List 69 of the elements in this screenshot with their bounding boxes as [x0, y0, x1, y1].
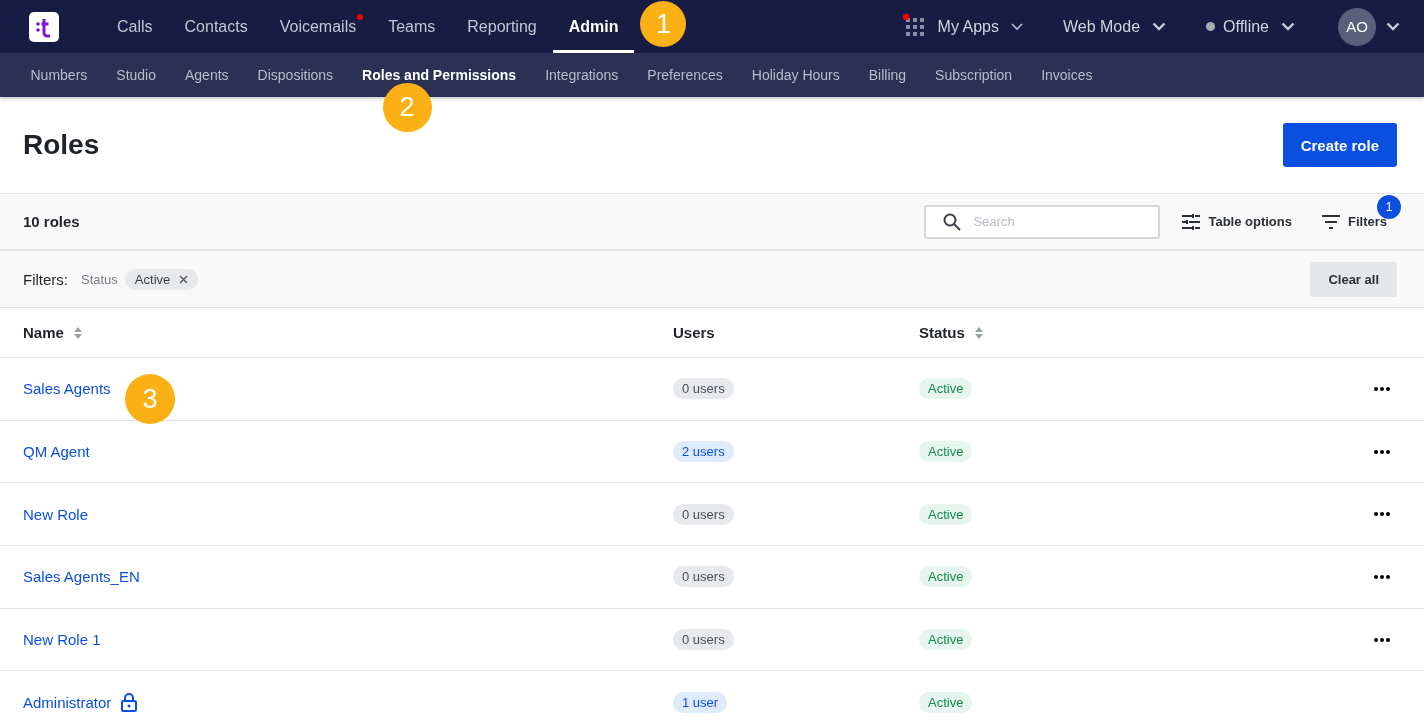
- nav-tab[interactable]: Teams: [372, 0, 452, 53]
- page-title: Roles: [23, 129, 100, 161]
- chevron-down-icon: [1152, 22, 1167, 31]
- nav-tab[interactable]: Reporting: [451, 0, 553, 53]
- column-header[interactable]: Name: [23, 324, 64, 341]
- sub-nav-tab[interactable]: Integrations: [530, 53, 633, 97]
- chevron-down-icon: [1281, 22, 1295, 31]
- status-badge: Active: [919, 566, 973, 588]
- clear-all-button[interactable]: Clear all: [1310, 261, 1397, 297]
- sub-nav-tab[interactable]: Numbers: [16, 53, 102, 97]
- role-link[interactable]: Sales Agents: [23, 380, 111, 398]
- column-header[interactable]: Status: [919, 324, 965, 341]
- status-badge: Active: [919, 441, 973, 463]
- chevron-down-icon[interactable]: [1386, 22, 1400, 31]
- ellipsis-icon: [1373, 574, 1390, 579]
- sliders-icon: [1182, 213, 1201, 230]
- filters-label: Filters:: [23, 270, 68, 288]
- column-header: Users: [673, 324, 715, 341]
- sub-nav-tab[interactable]: Preferences: [632, 53, 738, 97]
- presence-dropdown[interactable]: Offline: [1206, 17, 1295, 36]
- sort-icon[interactable]: [73, 326, 82, 339]
- search-icon: [943, 212, 962, 231]
- user-count-badge: 1 user: [673, 691, 728, 713]
- search-field[interactable]: Search: [924, 204, 1161, 239]
- filter-icon: [1322, 214, 1340, 229]
- user-count-badge: 0 users: [673, 503, 734, 525]
- sub-nav-tab[interactable]: Billing: [854, 53, 921, 97]
- sort-icon[interactable]: [974, 326, 983, 339]
- status-badge: Active: [919, 503, 973, 525]
- step-marker: 2: [382, 83, 432, 132]
- user-avatar[interactable]: AO: [1338, 7, 1376, 46]
- role-count: 10 roles: [23, 213, 80, 230]
- role-link[interactable]: New Role: [23, 505, 89, 523]
- logo-icon[interactable]: [29, 11, 59, 42]
- sub-nav-tab[interactable]: Dispositions: [243, 53, 348, 97]
- user-count-badge: 0 users: [673, 378, 734, 400]
- ellipsis-icon: [1373, 512, 1390, 517]
- role-link[interactable]: New Role 1: [23, 631, 101, 649]
- sub-nav-tab[interactable]: Studio: [101, 53, 171, 97]
- step-marker: 3: [125, 374, 175, 425]
- status-badge: Active: [919, 691, 973, 713]
- web-mode-dropdown[interactable]: Web Mode: [1062, 17, 1167, 36]
- create-role-button[interactable]: Create role: [1282, 123, 1397, 167]
- ellipsis-icon: [1373, 637, 1390, 642]
- filter-count-badge: 1: [1377, 195, 1401, 219]
- nav-tab[interactable]: Contacts: [168, 0, 264, 53]
- close-icon[interactable]: [179, 274, 189, 284]
- ellipsis-icon: [1373, 449, 1390, 454]
- step-marker: 1: [640, 1, 687, 47]
- nav-tab[interactable]: Calls: [101, 0, 169, 53]
- nav-tab[interactable]: Voicemails: [263, 0, 373, 53]
- role-link[interactable]: Administrator: [23, 693, 112, 711]
- status-badge: Active: [919, 629, 973, 651]
- my-apps-button[interactable]: My Apps: [905, 17, 1023, 36]
- sub-nav-tab[interactable]: Invoices: [1026, 53, 1107, 97]
- role-link[interactable]: QM Agent: [23, 443, 90, 461]
- ellipsis-icon: [1373, 386, 1390, 391]
- status-badge: Active: [919, 378, 973, 400]
- filter-chip[interactable]: Active: [124, 268, 199, 290]
- sub-nav-tab[interactable]: Holiday Hours: [737, 53, 855, 97]
- table-options-button[interactable]: Table options: [1182, 213, 1292, 230]
- sub-nav-tab[interactable]: Agents: [170, 53, 244, 97]
- filter-field-label: Status: [81, 271, 118, 287]
- chevron-down-icon: [1010, 22, 1023, 31]
- role-link[interactable]: Sales Agents_EN: [23, 568, 140, 586]
- user-count-badge: 0 users: [673, 629, 734, 651]
- user-count-badge: 2 users: [673, 441, 734, 463]
- user-count-badge: 0 users: [673, 566, 734, 588]
- sub-nav-tab[interactable]: Subscription: [920, 53, 1027, 97]
